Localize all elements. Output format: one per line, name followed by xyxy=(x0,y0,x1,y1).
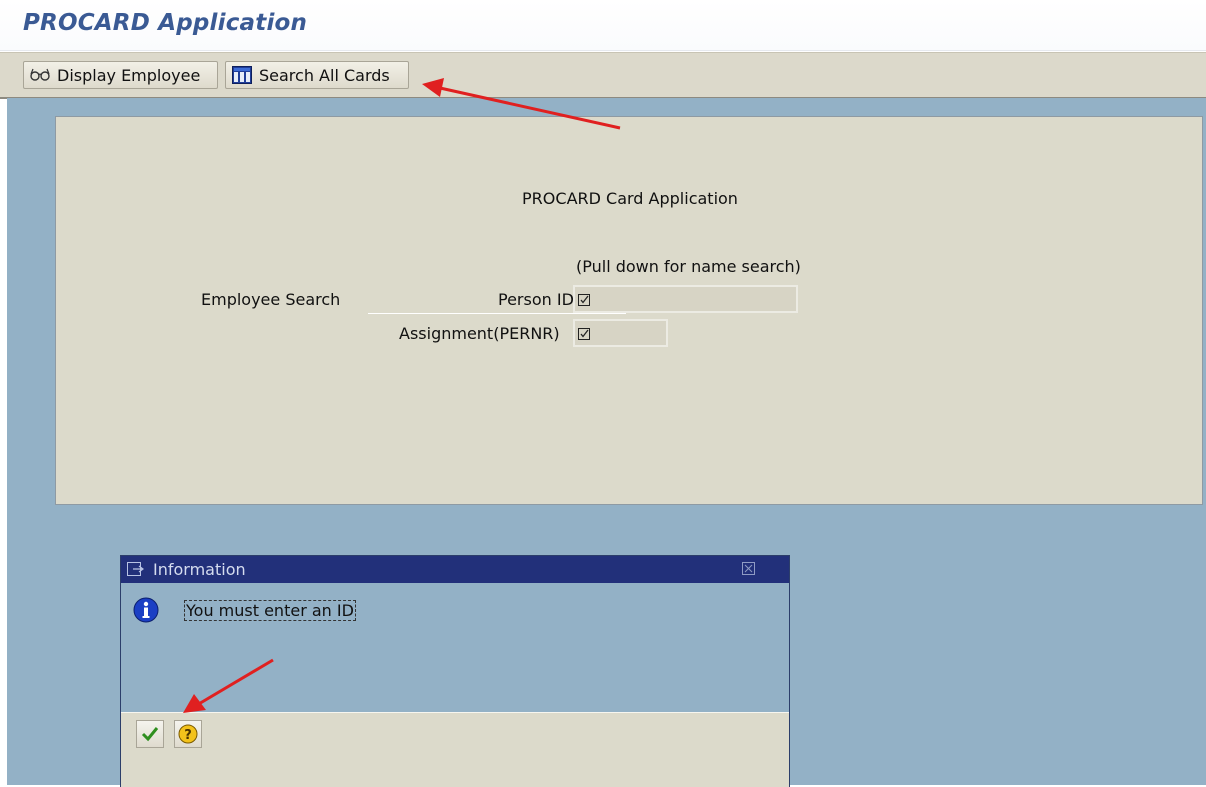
required-checkbox-icon xyxy=(578,294,590,306)
annotation-arrows xyxy=(183,78,621,713)
annotation-arrow-toolbar xyxy=(422,78,621,130)
annotation-arrow-help xyxy=(183,658,274,713)
required-checkbox-icon xyxy=(578,328,590,340)
